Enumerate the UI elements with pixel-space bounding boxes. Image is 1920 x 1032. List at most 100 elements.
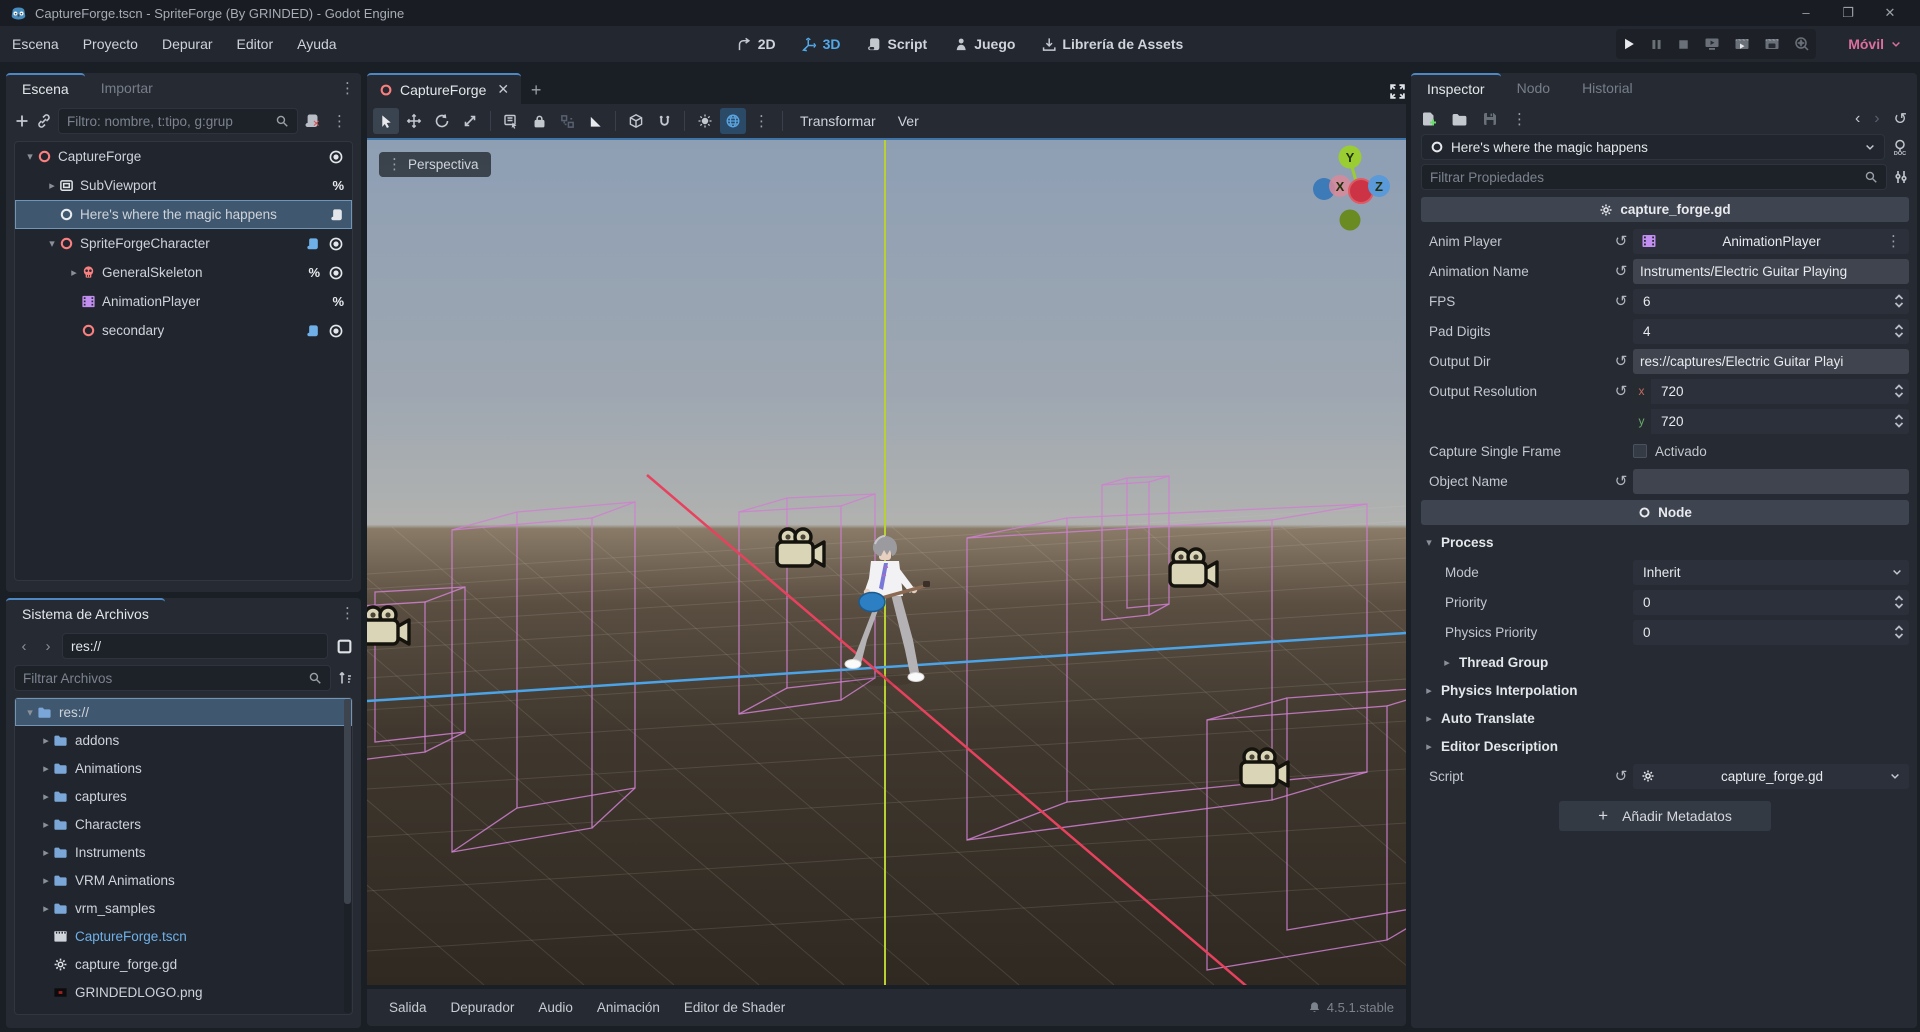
minimize-button[interactable]: –	[1798, 5, 1814, 21]
fs-row-captureforge-tscn[interactable]: CaptureForge.tscn	[15, 922, 352, 950]
expand-icon[interactable]: ▸	[39, 734, 53, 747]
scale-tool-button[interactable]	[457, 108, 483, 134]
save-resource-icon[interactable]	[1482, 111, 1498, 127]
edited-object-selector[interactable]: Here's where the magic happens	[1421, 134, 1885, 160]
close-button[interactable]: ✕	[1882, 5, 1898, 21]
perspective-label[interactable]: ⋮ Perspectiva	[379, 152, 491, 177]
revert-icon[interactable]: ↺	[1609, 352, 1633, 370]
animation-name-value[interactable]: Instruments/Electric Guitar Playing	[1633, 258, 1909, 284]
workspace-2d-button[interactable]: 2D	[729, 29, 784, 59]
output-resolution-x-value[interactable]: 720	[1651, 378, 1909, 404]
viewport-3d[interactable]: ⋮ Perspectiva Y X Z	[367, 140, 1406, 985]
fs-row-instruments[interactable]: ▸ Instruments	[15, 838, 352, 866]
bottom-tab-shader-editor[interactable]: Editor de Shader	[674, 1000, 795, 1015]
visibility-eye-icon[interactable]	[328, 323, 344, 339]
bottom-tab-depurador[interactable]: Depurador	[441, 1000, 525, 1015]
expand-icon[interactable]: ▸	[39, 874, 53, 887]
chevron-down-icon[interactable]	[1885, 770, 1905, 782]
fs-filter-input[interactable]	[23, 670, 308, 686]
preview-environment-icon[interactable]	[720, 108, 746, 134]
select-tool-button[interactable]	[373, 108, 399, 134]
detach-script-button[interactable]: ✕	[304, 113, 320, 129]
add-node-button[interactable]	[14, 113, 30, 129]
tab-historial[interactable]: Historial	[1566, 73, 1649, 103]
collapse-icon[interactable]: ▾	[45, 237, 59, 250]
section-thread-group[interactable]: ▸ Thread Group	[1439, 649, 1909, 675]
preview-sun-icon[interactable]	[692, 108, 718, 134]
stop-button[interactable]	[1677, 38, 1690, 51]
move-tool-button[interactable]	[401, 108, 427, 134]
script-attached-icon[interactable]	[306, 237, 320, 251]
expand-icon[interactable]: ▸	[39, 818, 53, 831]
property-filter-input[interactable]	[1430, 169, 1864, 185]
revert-icon[interactable]: ↺	[1609, 262, 1633, 280]
script-attached-icon[interactable]	[330, 208, 344, 222]
spin-arrows-icon[interactable]	[1893, 625, 1905, 639]
group-icon[interactable]	[554, 108, 580, 134]
remote-debug-button[interactable]	[1704, 36, 1720, 52]
tree-row-secondary[interactable]: secondary	[15, 316, 352, 345]
tree-row-animationplayer[interactable]: AnimationPlayer %	[15, 287, 352, 316]
history-back-icon[interactable]: ‹	[1855, 110, 1860, 128]
play-scene-button[interactable]	[1734, 36, 1750, 52]
bottom-tab-animacion[interactable]: Animación	[587, 1000, 670, 1015]
output-dir-value[interactable]: res://captures/Electric Guitar Playi	[1633, 348, 1909, 374]
workspace-assets-button[interactable]: Librería de Assets	[1033, 29, 1191, 59]
spin-arrows-icon[interactable]	[1893, 595, 1905, 609]
script-value[interactable]: capture_forge.gd	[1633, 763, 1909, 789]
fs-row-vrm-samples[interactable]: ▸ vrm_samples	[15, 894, 352, 922]
bottom-tab-audio[interactable]: Audio	[528, 1000, 583, 1015]
load-resource-icon[interactable]	[1451, 111, 1468, 128]
fs-row-characters[interactable]: ▸ Characters	[15, 810, 352, 838]
filesystem-scrollbar[interactable]	[344, 699, 351, 1013]
capture-single-frame-value[interactable]: Activado	[1633, 439, 1909, 464]
section-auto-translate[interactable]: ▸ Auto Translate	[1421, 705, 1909, 731]
movie-maker-button[interactable]	[1794, 36, 1810, 52]
distraction-free-icon[interactable]	[1389, 83, 1406, 100]
tree-row-subviewport[interactable]: ▸ SubViewport %	[15, 171, 352, 200]
tab-inspector[interactable]: Inspector	[1411, 73, 1501, 103]
run-mode-selector[interactable]: Móvil	[1848, 29, 1902, 59]
fs-row-animations[interactable]: ▸ Animations	[15, 754, 352, 782]
fs-row-grindedlogo-png[interactable]: GRINDEDLOGO.png	[15, 978, 352, 1006]
menu-depurar[interactable]: Depurar	[150, 26, 225, 62]
inspector-tools-icon[interactable]: ⋮	[1512, 112, 1527, 127]
notification-bell-icon[interactable]	[1308, 1001, 1321, 1014]
add-metadata-button[interactable]: + Añadir Metadatos	[1559, 801, 1771, 831]
fps-value[interactable]: 6	[1633, 288, 1909, 314]
split-view-icon[interactable]	[336, 638, 353, 655]
visibility-eye-icon[interactable]	[328, 265, 344, 281]
mode-value[interactable]: Inherit	[1633, 559, 1909, 585]
spin-arrows-icon[interactable]	[1893, 324, 1905, 338]
nav-forward-button[interactable]: ›	[38, 638, 58, 655]
lock-icon[interactable]	[526, 108, 552, 134]
bottom-tab-salida[interactable]: Salida	[379, 1000, 437, 1015]
filesystem-menu-icon[interactable]: ⋮	[334, 606, 361, 621]
scene-filter-input[interactable]	[67, 113, 275, 129]
preview-options-icon[interactable]: ⋮	[748, 114, 775, 129]
unique-name-badge[interactable]: %	[308, 265, 320, 280]
tree-row-spriteforgecharacter[interactable]: ▾ SpriteForgeCharacter	[15, 229, 352, 258]
anim-player-value[interactable]: AnimationPlayer ⋮	[1633, 228, 1909, 254]
workspace-juego-button[interactable]: Juego	[945, 29, 1023, 59]
view-menu[interactable]: Ver	[888, 113, 929, 129]
tab-escena[interactable]: Escena	[6, 73, 85, 103]
new-scene-tab-button[interactable]: +	[521, 76, 551, 104]
tab-importar[interactable]: Importar	[85, 73, 169, 103]
property-filter-field[interactable]	[1421, 164, 1887, 190]
expand-icon[interactable]: ▸	[39, 762, 53, 775]
script-attached-icon[interactable]	[306, 324, 320, 338]
workspace-3d-button[interactable]: 3D	[794, 29, 849, 59]
scene-dock-menu-icon[interactable]: ⋮	[334, 81, 361, 96]
collapse-icon[interactable]: ▾	[23, 706, 37, 719]
object-history-icon[interactable]: ↺	[1894, 109, 1907, 129]
fs-filter-field[interactable]	[14, 665, 331, 691]
object-name-value[interactable]	[1633, 468, 1909, 494]
revert-icon[interactable]: ↺	[1609, 232, 1633, 250]
workspace-script-button[interactable]: Script	[859, 29, 936, 59]
expand-icon[interactable]: ▸	[39, 902, 53, 915]
section-editor-description[interactable]: ▸ Editor Description	[1421, 733, 1909, 759]
list-select-button[interactable]	[498, 108, 524, 134]
fs-path-field[interactable]	[62, 633, 328, 659]
object-options-icon[interactable]: ⋮	[1882, 232, 1905, 250]
